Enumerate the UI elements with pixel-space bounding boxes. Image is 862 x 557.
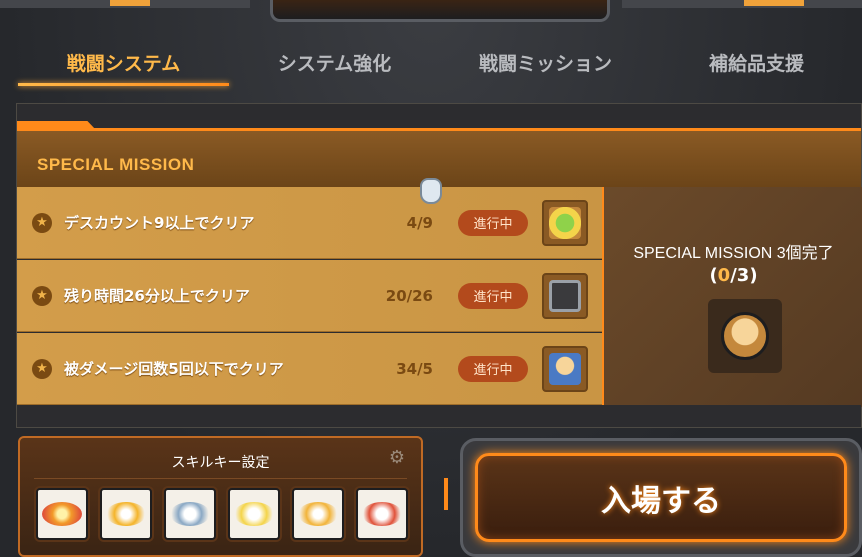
status-badge: 進行中: [458, 355, 528, 382]
flame-dash-skill-icon: [106, 502, 146, 526]
star-icon: ★: [32, 285, 52, 306]
star-icon: ★: [32, 358, 52, 379]
top-frame-right: [622, 0, 862, 8]
shield-push-skill-icon: [170, 502, 210, 526]
gift-box-icon: [549, 206, 581, 239]
mission-row[interactable]: ★ デスカウント9以上でクリア 4/9 進行中: [17, 187, 602, 259]
mission-progress: 4/9: [406, 213, 433, 232]
reward-slot[interactable]: [542, 199, 588, 246]
enter-button-frame: 入場する: [460, 438, 862, 557]
mission-label: 被ダメージ回数5回以下でクリア: [64, 360, 284, 378]
status-badge: 進行中: [458, 282, 528, 309]
skill-slot-5[interactable]: [292, 488, 344, 540]
character-medal-icon: [721, 312, 769, 360]
skill-slot-1[interactable]: [36, 488, 88, 540]
mission-progress: 20/26: [385, 286, 433, 305]
skill-key-title: スキルキー設定: [171, 455, 270, 471]
reward-slot[interactable]: [542, 345, 588, 392]
divider: [34, 478, 407, 479]
enter-side-accent: [444, 478, 448, 510]
summary-reward-slot[interactable]: [708, 299, 782, 373]
summary-count: (0/3): [709, 265, 758, 286]
skill-slot-4[interactable]: [228, 488, 280, 540]
light-burst-skill-icon: [234, 502, 274, 526]
mission-label: デスカウント9以上でクリア: [64, 214, 255, 232]
mission-row[interactable]: ★ 残り時間26分以上でクリア 20/26 進行中: [17, 260, 602, 332]
gear-icon[interactable]: ⚙: [387, 448, 407, 468]
special-mission-title: SPECIAL MISSION: [37, 155, 195, 174]
tab-system-upgrade[interactable]: システム強化: [229, 38, 440, 86]
reward-slot[interactable]: [542, 272, 588, 319]
enter-button[interactable]: 入場する: [475, 453, 847, 542]
monitor-character-icon: [549, 279, 581, 312]
pointer-cursor-icon: [420, 178, 442, 204]
tab-battle-mission[interactable]: 戦闘ミッション: [440, 38, 651, 86]
skill-slot-6[interactable]: [356, 488, 408, 540]
top-frame-center: [270, 0, 610, 22]
summary-title: SPECIAL MISSION 3個完了: [633, 245, 834, 262]
character-card-icon: [549, 352, 581, 385]
header-accent-tab: [17, 121, 97, 131]
mission-panel: SPECIAL MISSION ★ デスカウント9以上でクリア 4/9 進行中 …: [16, 103, 862, 428]
fire-punch-skill-icon: [362, 502, 402, 526]
tab-supply-support[interactable]: 補給品支援: [651, 38, 862, 86]
star-icon: ★: [32, 212, 52, 233]
slash-skill-icon: [298, 502, 338, 526]
mission-row[interactable]: ★ 被ダメージ回数5回以下でクリア 34/5 進行中: [17, 333, 602, 405]
skill-key-panel: スキルキー設定 ⚙: [18, 436, 423, 557]
skill-slot-3[interactable]: [164, 488, 216, 540]
mission-list: ★ デスカウント9以上でクリア 4/9 進行中 ★ 残り時間26分以上でクリア …: [17, 187, 602, 406]
mission-progress: 34/5: [396, 359, 433, 378]
panel-bottom-strip: [17, 405, 861, 427]
top-accent-left: [110, 0, 150, 6]
skill-slots: [36, 488, 408, 540]
status-badge: 進行中: [458, 209, 528, 236]
top-accent-right: [744, 0, 804, 6]
fireball-skill-icon: [42, 502, 82, 526]
skill-slot-2[interactable]: [100, 488, 152, 540]
tab-bar: 戦闘システム システム強化 戦闘ミッション 補給品支援: [18, 38, 862, 86]
mission-label: 残り時間26分以上でクリア: [64, 287, 250, 305]
tab-battle-system[interactable]: 戦闘システム: [18, 38, 229, 86]
mission-summary: SPECIAL MISSION 3個完了 (0/3): [602, 187, 862, 407]
